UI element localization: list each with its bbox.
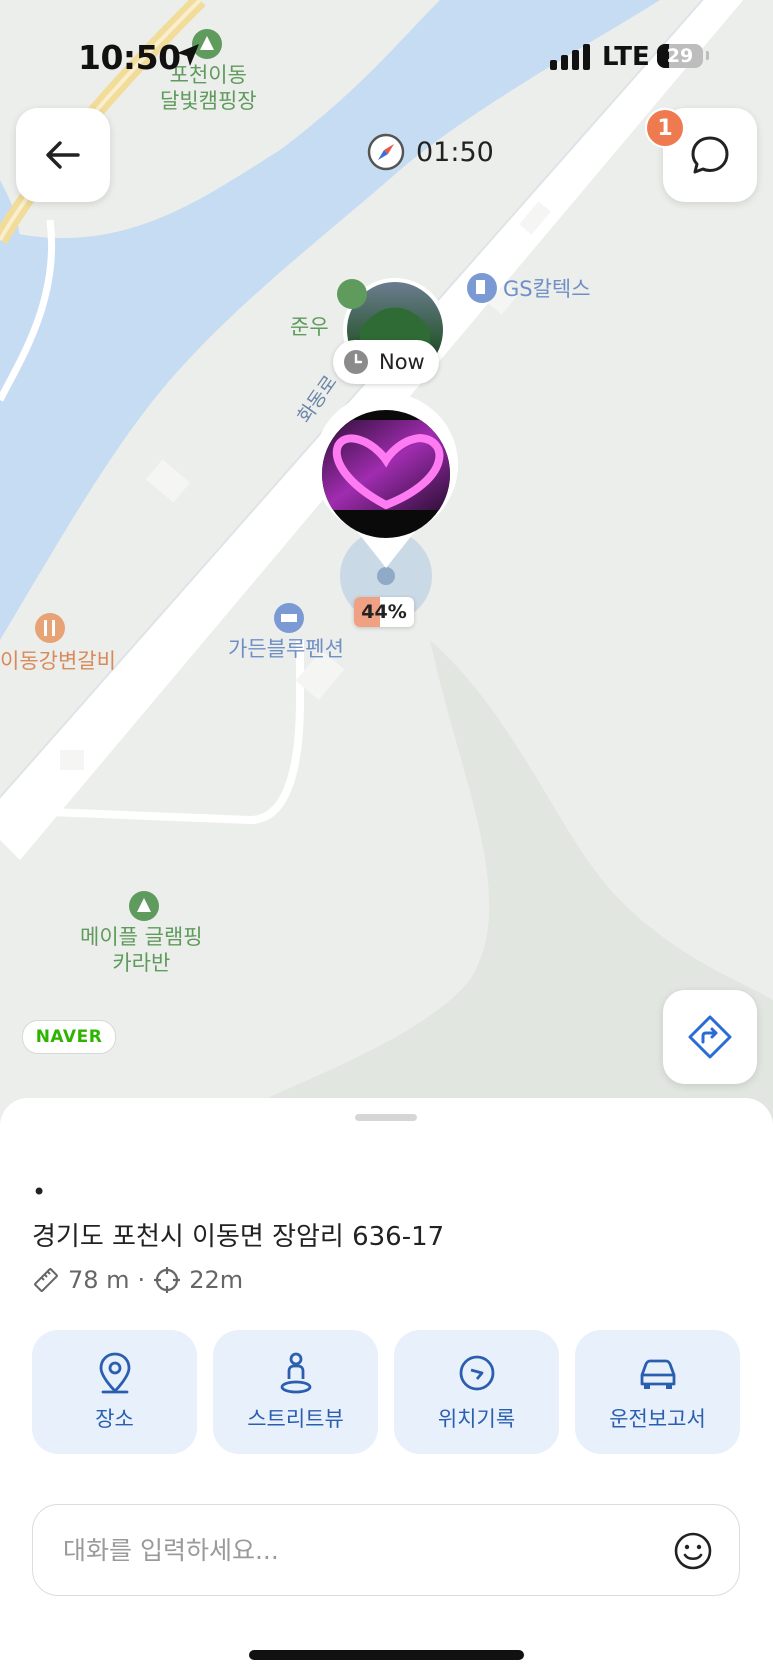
- chat-input-box[interactable]: [32, 1504, 740, 1596]
- accuracy-value: 22m: [189, 1266, 244, 1294]
- signal-icon: [550, 44, 590, 70]
- chat-input[interactable]: [61, 1529, 625, 1571]
- address-text: 경기도 포천시 이동면 장암리 636-17: [32, 1222, 445, 1252]
- poi-gas-station[interactable]: GS칼텍스: [503, 276, 591, 302]
- driving-report-label: 운전보고서: [609, 1407, 706, 1431]
- location-history-label: 위치기록: [437, 1407, 516, 1431]
- crosshair-icon: [154, 1267, 181, 1293]
- street-view-icon: [280, 1352, 311, 1394]
- timer: 01:50: [366, 130, 494, 174]
- status-time: 10:50: [78, 38, 181, 77]
- distance-value: 78 m: [68, 1266, 130, 1294]
- battery-tip: [706, 51, 709, 60]
- battery-percent-label: 44%: [361, 601, 407, 623]
- back-button[interactable]: [16, 108, 110, 202]
- bottom-sheet[interactable]: • 경기도 포천시 이동면 장암리 636-17 78 m · 22m 장소 스…: [0, 1098, 773, 1676]
- pin-icon: [99, 1352, 130, 1394]
- street-view-label: 스트리트뷰: [247, 1407, 344, 1431]
- sheet-grabber[interactable]: [355, 1114, 417, 1121]
- compass-icon: [367, 133, 405, 171]
- now-label: Now: [379, 350, 425, 374]
- car-icon: [640, 1359, 675, 1389]
- notification-badge: 1: [645, 108, 685, 148]
- home-indicator: [249, 1650, 524, 1660]
- battery-percent-badge: 44%: [354, 597, 414, 627]
- battery-icon: 29: [657, 44, 703, 68]
- action-row: 장소 스트리트뷰 위치기록 운전보고서: [32, 1330, 742, 1454]
- place-label: 장소: [95, 1407, 134, 1431]
- chat-bubble-icon: [691, 136, 729, 174]
- place-button[interactable]: 장소: [32, 1330, 197, 1454]
- directions-icon: [688, 1015, 732, 1059]
- location-history-button[interactable]: 위치기록: [394, 1330, 559, 1454]
- location-meta: 78 m · 22m: [32, 1266, 243, 1294]
- emoji-icon[interactable]: [673, 1531, 713, 1571]
- status-bar: 10:50 LTE 29: [0, 30, 773, 86]
- naver-logo: NAVER: [22, 1020, 116, 1054]
- ruler-icon: [34, 1268, 58, 1292]
- now-pill[interactable]: Now: [333, 340, 439, 384]
- street-view-button[interactable]: 스트리트뷰: [213, 1330, 378, 1454]
- poi-glamping[interactable]: 메이플 글램핑 카라반: [80, 924, 203, 976]
- timer-value: 01:50: [416, 136, 494, 168]
- history-icon: [459, 1355, 494, 1391]
- driving-report-button[interactable]: 운전보고서: [575, 1330, 740, 1454]
- poi-lodging[interactable]: 가든블루펜션: [228, 636, 344, 662]
- meta-separator: ·: [137, 1266, 146, 1294]
- battery-level: 29: [666, 45, 694, 67]
- poi-junwoo[interactable]: 준우: [290, 314, 329, 340]
- member-name: •: [32, 1178, 47, 1206]
- back-arrow-icon: [46, 141, 80, 169]
- location-arrow-icon: [177, 44, 199, 66]
- route-button[interactable]: [663, 990, 757, 1084]
- network-label: LTE: [602, 42, 650, 72]
- poi-restaurant[interactable]: 이동강변갈비: [0, 648, 116, 674]
- clock-icon: [344, 350, 368, 374]
